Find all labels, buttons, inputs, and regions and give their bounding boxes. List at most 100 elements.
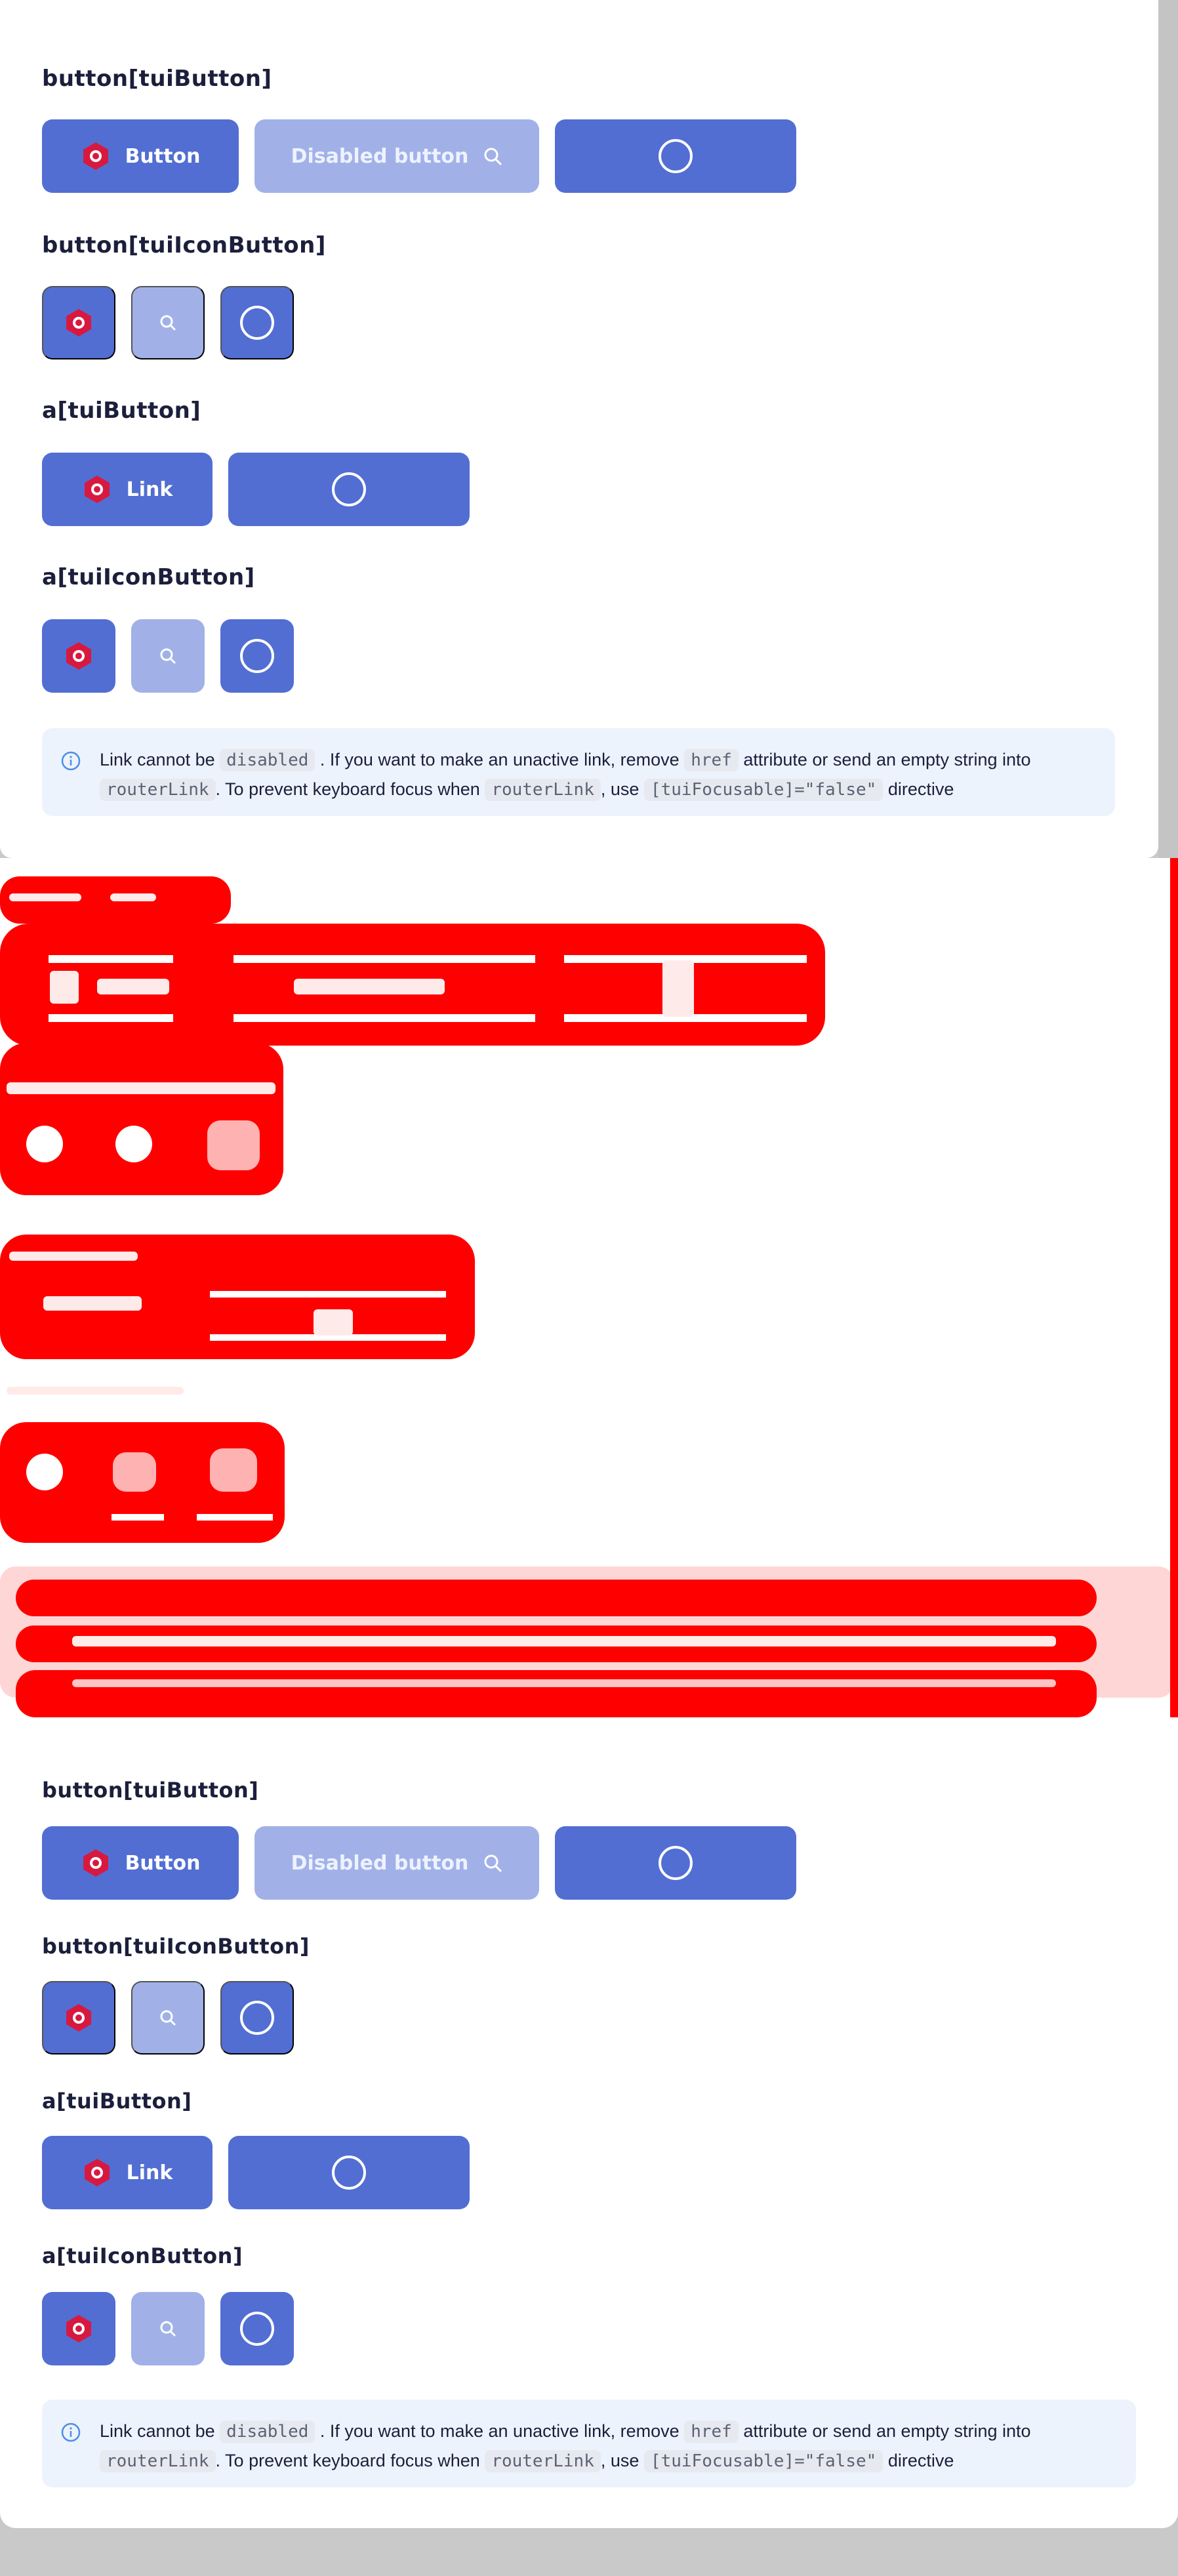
loading-link[interactable] xyxy=(228,2136,470,2209)
diff-gap xyxy=(112,1514,164,1521)
search-icon xyxy=(484,148,502,165)
taiga-hex-logo-icon xyxy=(66,2315,91,2342)
link-label: Link xyxy=(126,478,173,501)
taiga-hex-logo-icon xyxy=(84,476,110,503)
diff-highlight xyxy=(294,979,445,994)
section-title-button: button[tuiButton] xyxy=(42,1778,259,1803)
button-row: Button Disabled button xyxy=(42,1826,796,1900)
icon-link-row xyxy=(42,619,294,693)
info-icon xyxy=(61,751,81,771)
section-title-icon-button: button[tuiIconButton] xyxy=(42,1934,310,1959)
notice-text: . To prevent keyboard focus when xyxy=(215,779,480,799)
search-icon-button[interactable] xyxy=(131,286,205,359)
notice-text: attribute or send an empty string into xyxy=(743,750,1031,769)
info-icon xyxy=(61,2423,81,2442)
logo-icon-link[interactable] xyxy=(42,619,115,693)
section-title-icon-link: a[tuiIconButton] xyxy=(42,564,255,590)
link-notice: Link cannot be disabled . If you want to… xyxy=(42,2400,1136,2487)
section-title-icon-button: button[tuiIconButton] xyxy=(42,232,326,258)
notice-text: directive xyxy=(887,2451,954,2470)
loader-circle-icon xyxy=(240,639,274,673)
loading-icon-link[interactable] xyxy=(220,2292,294,2365)
notice-text: . If you want to make an unactive link, … xyxy=(319,2421,680,2441)
diff-gap xyxy=(26,1126,63,1162)
search-icon-link[interactable] xyxy=(131,619,205,693)
notice-code: href xyxy=(684,2421,739,2443)
diff-highlight xyxy=(210,1448,257,1492)
diff-highlight xyxy=(7,1082,275,1094)
icon-link-row xyxy=(42,2292,294,2365)
loader-circle-icon xyxy=(332,2156,366,2190)
section-title-link: a[tuiButton] xyxy=(42,2089,192,2114)
notice-code: disabled xyxy=(220,2421,315,2443)
demo-panel-bottom: button[tuiButton] Button Disabled button… xyxy=(0,1717,1178,2528)
primary-button[interactable]: Button xyxy=(42,1826,239,1900)
loading-button[interactable] xyxy=(555,1826,796,1900)
diff-gap xyxy=(49,955,173,963)
diff-edge xyxy=(1170,858,1178,1717)
loading-icon-link[interactable] xyxy=(220,619,294,693)
disabled-button[interactable]: Disabled button xyxy=(254,119,539,193)
disabled-button-label: Disabled button xyxy=(291,1851,469,1875)
primary-button[interactable]: Button xyxy=(42,119,239,193)
logo-icon-link[interactable] xyxy=(42,2292,115,2365)
loader-circle-icon xyxy=(659,139,693,173)
search-icon-link[interactable] xyxy=(131,2292,205,2365)
diff-gap xyxy=(234,955,535,963)
loader-circle-icon xyxy=(240,2001,274,2035)
taiga-hex-logo-icon xyxy=(66,309,91,337)
diff-gap xyxy=(26,1454,63,1490)
link-notice: Link cannot be disabled . If you want to… xyxy=(42,728,1115,816)
taiga-hex-logo-icon xyxy=(83,1849,108,1877)
primary-link[interactable]: Link xyxy=(42,453,213,526)
scrollbar[interactable] xyxy=(1158,0,1178,858)
visual-diff-overlay xyxy=(0,858,1178,1717)
notice-text: Link cannot be xyxy=(100,2421,215,2441)
disabled-button[interactable]: Disabled button xyxy=(254,1826,539,1900)
section-title-icon-link: a[tuiIconButton] xyxy=(42,2243,243,2268)
logo-icon-button[interactable] xyxy=(42,286,115,359)
diff-gap xyxy=(210,1291,446,1298)
diff-gap xyxy=(234,1014,535,1022)
loader-circle-icon xyxy=(659,1846,693,1880)
search-icon xyxy=(160,648,176,664)
section-title-link: a[tuiButton] xyxy=(42,398,201,424)
link-row: Link xyxy=(42,2136,470,2209)
diff-highlight xyxy=(72,1636,1056,1646)
loading-button[interactable] xyxy=(555,119,796,193)
diff-highlight xyxy=(207,1120,260,1170)
icon-button-row xyxy=(42,286,294,359)
diff-highlight xyxy=(72,1679,1056,1687)
link-row: Link xyxy=(42,453,470,526)
notice-text: . If you want to make an unactive link, … xyxy=(319,750,680,769)
diff-highlight xyxy=(43,1296,142,1311)
notice-text: attribute or send an empty string into xyxy=(743,2421,1031,2441)
loading-icon-button[interactable] xyxy=(220,286,294,359)
icon-button-row xyxy=(42,1981,294,2055)
diff-highlight xyxy=(97,979,169,994)
primary-link[interactable]: Link xyxy=(42,2136,213,2209)
notice-text: . To prevent keyboard focus when xyxy=(215,2451,480,2470)
loader-circle-icon xyxy=(332,472,366,506)
logo-icon-button[interactable] xyxy=(42,1981,115,2055)
search-icon xyxy=(484,1854,502,1872)
link-label: Link xyxy=(126,2161,173,2184)
loading-icon-button[interactable] xyxy=(220,1981,294,2055)
notice-code: [tuiFocusable]="false" xyxy=(643,2450,884,2472)
loading-link[interactable] xyxy=(228,453,470,526)
notice-text: , use xyxy=(600,779,640,799)
diff-highlight xyxy=(314,1309,353,1336)
diff-highlight xyxy=(662,960,694,1017)
notice-code: href xyxy=(684,749,739,771)
button-row: Button Disabled button xyxy=(42,119,796,193)
button-label: Button xyxy=(125,144,201,168)
diff-highlight xyxy=(7,1387,184,1395)
notice-text: , use xyxy=(600,2451,640,2470)
notice-code: routerLink xyxy=(100,779,216,801)
demo-panel-top: button[tuiButton] Button Disabled button… xyxy=(0,0,1158,858)
diff-highlight xyxy=(9,893,81,901)
search-icon-button[interactable] xyxy=(131,1981,205,2055)
diff-gap xyxy=(49,1014,173,1022)
taiga-hex-logo-icon xyxy=(83,142,108,170)
taiga-hex-logo-icon xyxy=(66,642,91,670)
